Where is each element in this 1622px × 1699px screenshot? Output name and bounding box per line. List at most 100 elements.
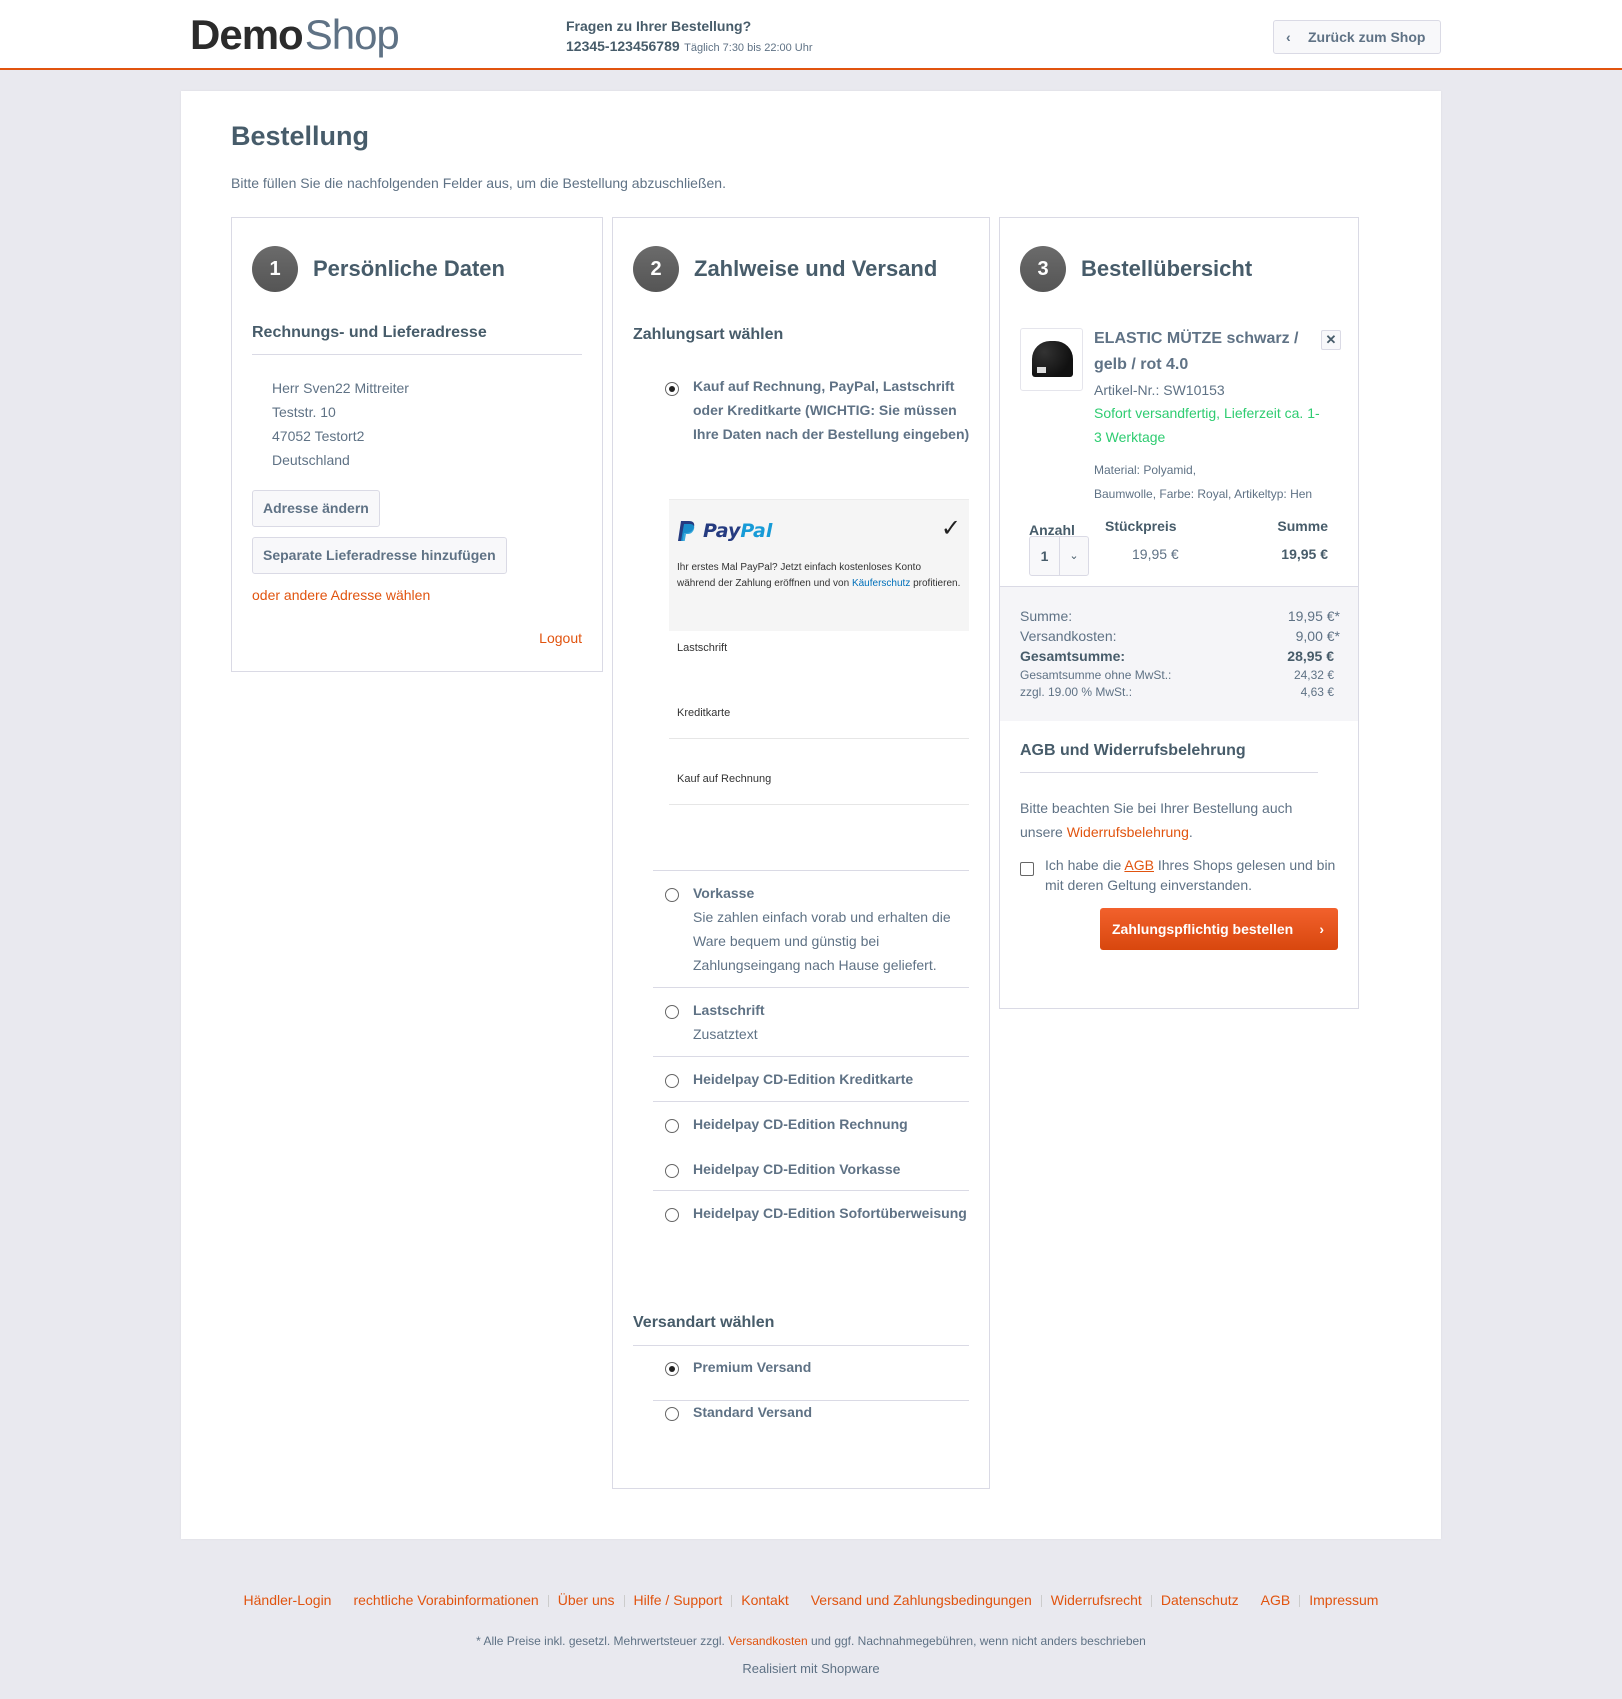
shipping-radio-premium[interactable] xyxy=(665,1362,679,1376)
payment-radio-lastschrift[interactable] xyxy=(665,1005,679,1019)
divider xyxy=(633,1345,969,1346)
page-subtitle: Bitte füllen Sie die nachfolgenden Felde… xyxy=(231,175,726,191)
withdrawal-note: Bitte beachten Sie bei Ihrer Bestellung … xyxy=(1020,796,1330,844)
footer-link-agb[interactable]: AGB xyxy=(1261,1592,1291,1608)
payment-radio-heidelpay-sofort[interactable] xyxy=(665,1208,679,1222)
footer-link-dealer-login[interactable]: Händler-Login xyxy=(244,1592,332,1608)
step-number: 2 xyxy=(633,246,679,292)
separator xyxy=(731,1595,733,1608)
back-to-shop-label: Zurück zum Shop xyxy=(1308,29,1426,45)
agb-text-before: Ich habe die xyxy=(1045,857,1125,873)
paypal-plus-box: PayPal ✓ Ihr erstes Mal PayPal? Jetzt ei… xyxy=(669,499,969,631)
payment-radio-heidelpay-kreditkarte[interactable] xyxy=(665,1074,679,1088)
personal-data-panel: 1 Persönliche Daten Rechnungs- und Liefe… xyxy=(231,217,603,672)
chevron-down-icon: ⌄ xyxy=(1069,550,1079,562)
agb-heading: AGB und Widerrufsbelehrung xyxy=(1020,742,1246,759)
total-label: Versandkosten: xyxy=(1020,628,1117,644)
remove-item-button[interactable]: ✕ xyxy=(1321,330,1341,350)
total-label: Gesamtsumme ohne MwSt.: xyxy=(1020,668,1172,682)
shop-logo[interactable]: DemoShop xyxy=(190,10,400,60)
separator xyxy=(1299,1595,1301,1608)
footer-link-imprint[interactable]: Impressum xyxy=(1309,1592,1378,1608)
divider xyxy=(653,987,969,988)
logout-link[interactable]: Logout xyxy=(539,630,582,646)
quantity-value: 1 xyxy=(1030,537,1060,575)
line-total: 19,95 € xyxy=(1281,546,1328,562)
shipping-label-premium: Premium Versand xyxy=(693,1359,812,1375)
shipping-radio-standard[interactable] xyxy=(665,1407,679,1421)
payment-desc-vorkasse: Sie zahlen einfach vorab und erhalten di… xyxy=(693,909,951,973)
change-address-button[interactable]: Adresse ändern xyxy=(252,490,380,527)
product-name[interactable]: ELASTIC MÜTZE schwarz / gelb / rot 4.0 xyxy=(1094,326,1304,378)
total-value: 24,32 € xyxy=(1293,668,1334,682)
hotline-question: Fragen zu Ihrer Bestellung? xyxy=(566,18,752,34)
payment-radio-vorkasse[interactable] xyxy=(665,888,679,902)
payment-label-heidelpay-vorkasse: Heidelpay CD-Edition Vorkasse xyxy=(693,1161,901,1177)
payment-radio-heidelpay-rechnung[interactable] xyxy=(665,1119,679,1133)
footer-link-about[interactable]: Über uns xyxy=(558,1592,615,1608)
paypal-option-rechnung[interactable]: Kauf auf Rechnung xyxy=(677,773,771,785)
quantity-select[interactable]: 1 ⌄ xyxy=(1029,536,1089,576)
product-properties-line: Baumwolle, Farbe: Royal, Artikeltyp: Hen xyxy=(1094,487,1313,501)
step-number: 1 xyxy=(252,246,298,292)
place-order-button[interactable]: Zahlungspflichtig bestellen › xyxy=(1100,908,1338,950)
checkout-content: Bestellung Bitte füllen Sie die nachfolg… xyxy=(181,91,1441,1539)
close-icon: ✕ xyxy=(1325,332,1337,347)
payment-desc-lastschrift: Zusatztext xyxy=(693,1026,758,1042)
total-value: 28,95 € xyxy=(1287,648,1334,664)
separator xyxy=(1150,1595,1152,1608)
footer-link-legal-info[interactable]: rechtliche Vorabinformationen xyxy=(353,1592,538,1608)
add-shipping-address-button[interactable]: Separate Lieferadresse hinzufügen xyxy=(252,537,507,574)
product-properties: Material: Polyamid, Baumwolle, Farbe: Ro… xyxy=(1094,458,1334,506)
paypal-p-icon xyxy=(678,521,695,541)
hotline-number: 12345-123456789 xyxy=(566,38,680,54)
back-to-shop-button[interactable]: ‹ Zurück zum Shop xyxy=(1273,20,1441,54)
payment-label-heidelpay-sofort: Heidelpay CD-Edition Sofortüberweisung xyxy=(693,1205,967,1221)
address-city: 47052 Testort2 xyxy=(272,428,365,444)
step-header: 3 Bestellübersicht xyxy=(1020,246,1252,292)
hat-label xyxy=(1037,367,1046,373)
footer-link-withdrawal[interactable]: Widerrufsrecht xyxy=(1051,1592,1142,1608)
site-header: DemoShop Fragen zu Ihrer Bestellung? 123… xyxy=(0,0,1622,70)
footer-navigation: Händler-Login rechtliche Vorabinformation… xyxy=(0,1592,1622,1608)
unit-price: 19,95 € xyxy=(1132,546,1179,562)
divider xyxy=(669,738,969,739)
total-value: 4,63 € xyxy=(1300,685,1334,699)
footer-link-privacy[interactable]: Datenschutz xyxy=(1161,1592,1239,1608)
footer-link-help[interactable]: Hilfe / Support xyxy=(634,1592,723,1608)
footer-link-shipping-terms[interactable]: Versand und Zahlungsbedingungen xyxy=(811,1592,1032,1608)
choose-other-address-link[interactable]: oder andere Adresse wählen xyxy=(252,587,430,603)
address-name: Herr Sven22 Mittreiter xyxy=(272,380,409,396)
payment-label-heidelpay-rechnung: Heidelpay CD-Edition Rechnung xyxy=(693,1116,908,1132)
divider xyxy=(1020,772,1318,773)
divider xyxy=(653,1101,969,1102)
hotline: Fragen zu Ihrer Bestellung? 12345-123456… xyxy=(566,16,813,58)
chevron-right-icon: › xyxy=(1319,921,1324,937)
buyer-protection-link[interactable]: Käuferschutz xyxy=(852,578,910,589)
payment-shipping-panel: 2 Zahlweise und Versand Zahlungsart wähl… xyxy=(612,217,990,1489)
agb-checkbox-label[interactable]: Ich habe die AGB Ihres Shops gelesen und… xyxy=(1045,855,1340,895)
checkmark-icon: ✓ xyxy=(940,515,961,542)
order-summary-panel: 3 Bestellübersicht ELASTIC MÜTZE schwarz… xyxy=(999,217,1359,1009)
column-sum: Summe xyxy=(1277,518,1328,534)
total-row-net: Gesamtsumme ohne MwSt.: 24,32 € xyxy=(1020,668,1334,682)
shipping-costs-link[interactable]: Versandkosten xyxy=(728,1634,807,1648)
step-header: 2 Zahlweise und Versand xyxy=(633,246,937,292)
agb-link[interactable]: AGB xyxy=(1124,857,1154,873)
payment-radio-heidelpay-vorkasse[interactable] xyxy=(665,1164,679,1178)
withdrawal-link[interactable]: Widerrufsbelehrung xyxy=(1067,824,1189,840)
payment-heading: Zahlungsart wählen xyxy=(633,326,784,343)
paypal-text-after: profitieren. xyxy=(910,578,961,589)
agb-checkbox[interactable] xyxy=(1020,862,1034,876)
powered-by: Realisiert mit Shopware xyxy=(742,1661,880,1676)
payment-radio-combined[interactable] xyxy=(665,382,679,396)
product-image[interactable] xyxy=(1020,328,1083,391)
paypal-option-lastschrift[interactable]: Lastschrift xyxy=(677,642,727,654)
paypal-option-kreditkarte[interactable]: Kreditkarte xyxy=(677,707,730,719)
total-label: zzgl. 19.00 % MwSt.: xyxy=(1020,685,1133,699)
shipping-heading: Versandart wählen xyxy=(633,1314,775,1331)
address-street: Teststr. 10 xyxy=(272,404,336,420)
total-row-grand: Gesamtsumme: 28,95 € xyxy=(1020,648,1334,664)
billing-address: Herr Sven22 Mittreiter Teststr. 10 47052… xyxy=(272,376,409,472)
footer-link-contact[interactable]: Kontakt xyxy=(741,1592,788,1608)
